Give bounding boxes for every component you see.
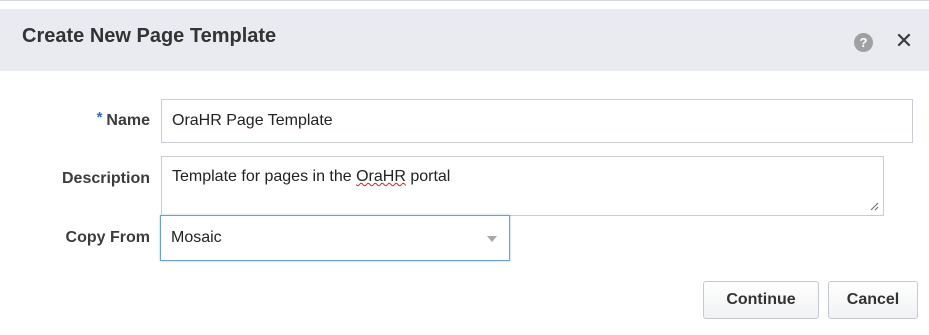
help-icon[interactable]: ? [854,33,873,52]
resize-grip-icon[interactable] [870,202,879,211]
create-page-template-dialog: Create New Page Template ? ✕ * Name OraHR… [0,0,929,335]
dialog-header: Create New Page Template ? ✕ [0,9,929,71]
name-input[interactable]: OraHR Page Template [161,99,913,143]
close-icon[interactable]: ✕ [892,28,916,54]
name-label: * Name [0,109,150,130]
description-textarea[interactable]: Template for pages in the OraHR portal [161,156,884,216]
copy-from-select[interactable]: Mosaic [160,215,510,261]
copy-from-selected-value: Mosaic [171,229,222,246]
description-label: Description [61,170,150,187]
cancel-button[interactable]: Cancel [828,281,918,319]
name-label-text: Name [106,112,150,129]
description-text-before: Template for pages in the [172,168,357,185]
required-marker: * [96,109,103,126]
continue-button[interactable]: Continue [703,281,819,319]
description-text-after: portal [405,168,451,185]
chevron-down-icon[interactable] [487,236,497,242]
dialog-title: Create New Page Template [22,25,277,47]
description-misspelled-word: OraHR [356,168,406,185]
copy-from-label: Copy From [65,229,150,246]
